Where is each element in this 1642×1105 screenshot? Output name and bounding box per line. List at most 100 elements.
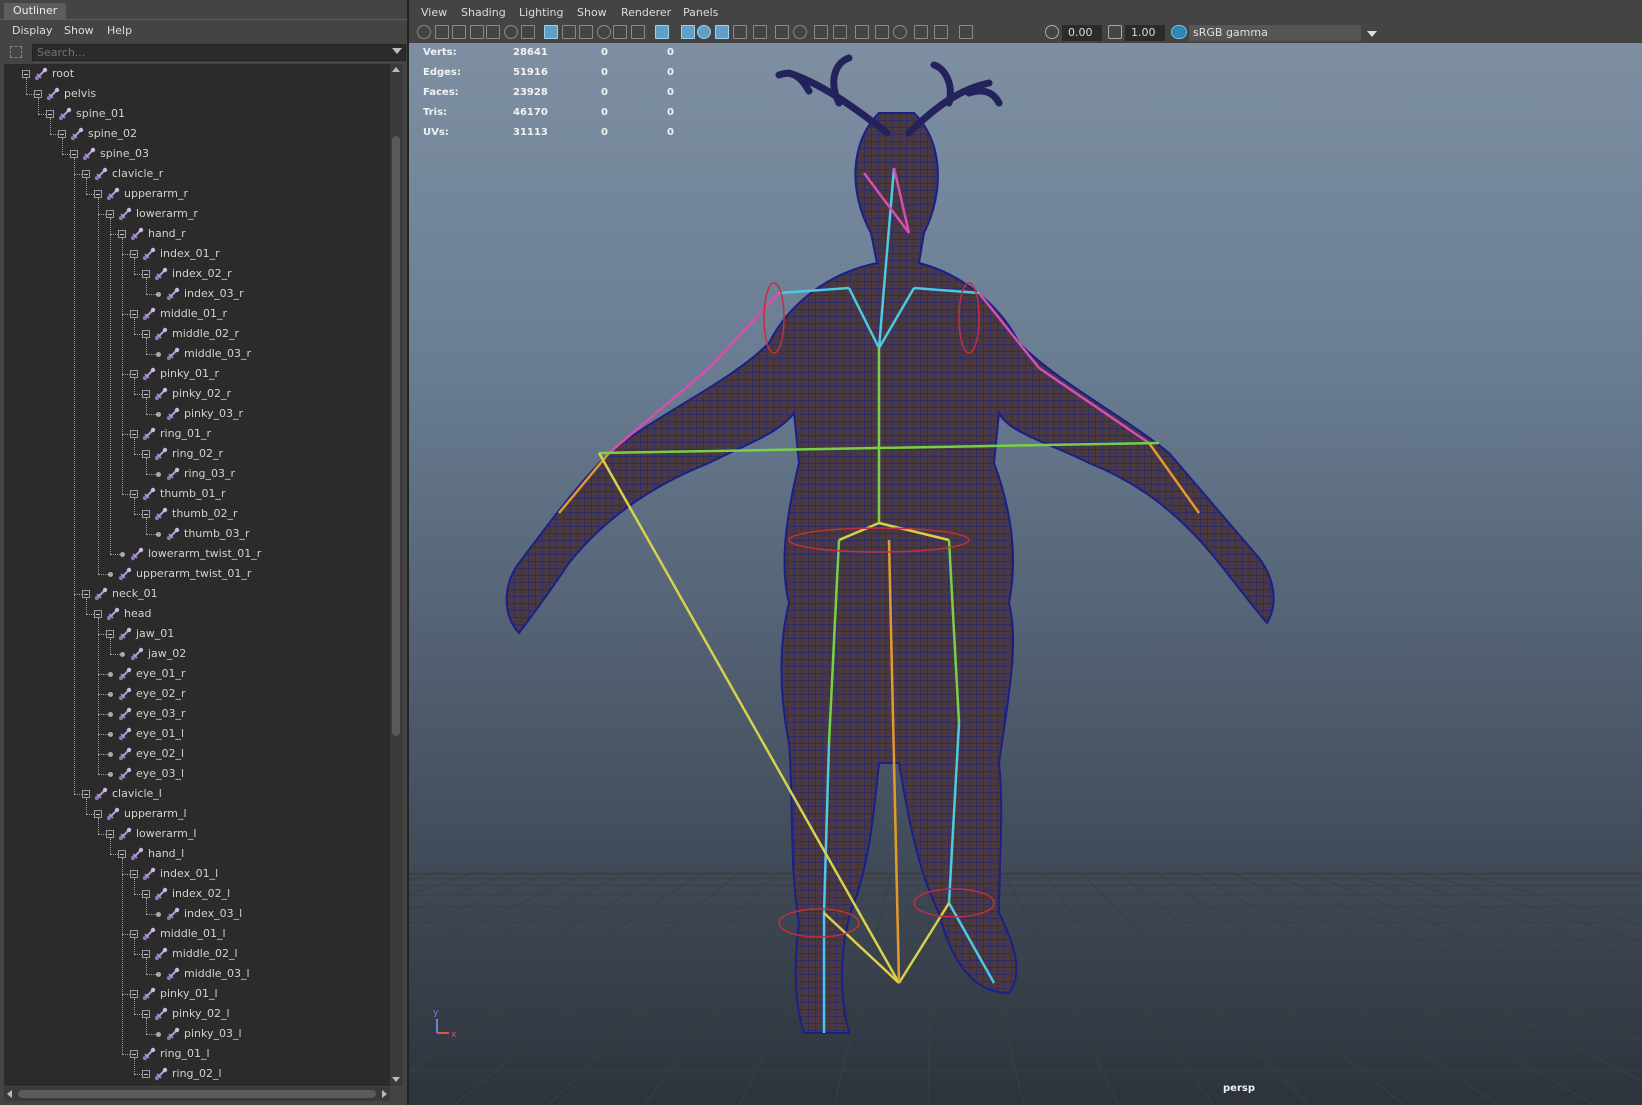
tree-item-spine_02[interactable]: spine_02 <box>4 124 390 144</box>
textured-icon[interactable] <box>715 25 729 39</box>
tree-item-lowerarm_l[interactable]: lowerarm_l <box>4 824 390 844</box>
scroll-right-arrow-icon[interactable] <box>382 1090 387 1098</box>
tree-item-pinky_03_r[interactable]: pinky_03_r <box>4 404 390 424</box>
tree-item-thumb_01_r[interactable]: thumb_01_r <box>4 484 390 504</box>
tree-item-upperarm_twist_01_r[interactable]: upperarm_twist_01_r <box>4 564 390 584</box>
xray-joints-icon[interactable] <box>914 25 928 39</box>
menu-show[interactable]: Show <box>577 6 607 19</box>
screen-space-ao-icon[interactable] <box>775 25 789 39</box>
grid-icon[interactable] <box>521 25 535 39</box>
collapse-toggle-icon[interactable] <box>34 90 42 98</box>
collapse-toggle-icon[interactable] <box>82 790 90 798</box>
tree-item-pinky_03_l[interactable]: pinky_03_l <box>4 1024 390 1044</box>
collapse-toggle-icon[interactable] <box>130 250 138 258</box>
collapse-toggle-icon[interactable] <box>94 810 102 818</box>
scroll-up-arrow-icon[interactable] <box>392 67 400 72</box>
tree-item-pinky_01_r[interactable]: pinky_01_r <box>4 364 390 384</box>
menu-renderer[interactable]: Renderer <box>621 6 671 19</box>
scroll-left-arrow-icon[interactable] <box>7 1090 12 1098</box>
tree-item-hand_r[interactable]: hand_r <box>4 224 390 244</box>
depth-of-field-icon[interactable] <box>833 25 847 39</box>
shadows-icon[interactable] <box>753 25 767 39</box>
collapse-toggle-icon[interactable] <box>142 390 150 398</box>
tree-item-index_02_r[interactable]: index_02_r <box>4 264 390 284</box>
wireframe-on-shaded-icon[interactable] <box>959 25 973 39</box>
tree-item-pelvis[interactable]: pelvis <box>4 84 390 104</box>
collapse-toggle-icon[interactable] <box>22 70 30 78</box>
menu-panels[interactable]: Panels <box>683 6 718 19</box>
collapse-toggle-icon[interactable] <box>142 890 150 898</box>
backface-culling-icon[interactable] <box>934 25 948 39</box>
tree-item-middle_02_l[interactable]: middle_02_l <box>4 944 390 964</box>
collapse-toggle-icon[interactable] <box>142 510 150 518</box>
filter-icon[interactable] <box>10 46 22 58</box>
tree-item-root[interactable]: root <box>4 64 390 84</box>
tree-item-ring_02_l[interactable]: ring_02_l <box>4 1064 390 1084</box>
collapse-toggle-icon[interactable] <box>130 310 138 318</box>
collapse-toggle-icon[interactable] <box>118 850 126 858</box>
colorspace-chevron-down-icon[interactable] <box>1367 31 1377 37</box>
gamma-field[interactable]: 1.00 <box>1125 25 1165 41</box>
safe-action-icon[interactable] <box>613 25 627 39</box>
tree-item-ring_01_l[interactable]: ring_01_l <box>4 1044 390 1064</box>
tree-item-pinky_02_l[interactable]: pinky_02_l <box>4 1004 390 1024</box>
camera-icon[interactable] <box>417 25 431 39</box>
tree-item-eye_03_r[interactable]: eye_03_r <box>4 704 390 724</box>
tree-item-middle_03_r[interactable]: middle_03_r <box>4 344 390 364</box>
colorspace-select[interactable]: sRGB gamma <box>1189 25 1361 41</box>
gamma-icon[interactable] <box>1108 25 1122 39</box>
tree-item-lowerarm_r[interactable]: lowerarm_r <box>4 204 390 224</box>
collapse-toggle-icon[interactable] <box>130 370 138 378</box>
collapse-toggle-icon[interactable] <box>142 270 150 278</box>
multisample-aa-icon[interactable] <box>814 25 828 39</box>
collapse-toggle-icon[interactable] <box>46 110 54 118</box>
collapse-toggle-icon[interactable] <box>142 1070 150 1078</box>
collapse-toggle-icon[interactable] <box>106 630 114 638</box>
tree-item-eye_01_l[interactable]: eye_01_l <box>4 724 390 744</box>
use-all-lights-icon[interactable] <box>733 25 747 39</box>
collapse-toggle-icon[interactable] <box>130 990 138 998</box>
tree-item-ring_03_r[interactable]: ring_03_r <box>4 464 390 484</box>
tree-item-hand_l[interactable]: hand_l <box>4 844 390 864</box>
collapse-toggle-icon[interactable] <box>142 1010 150 1018</box>
tree-item-upperarm_r[interactable]: upperarm_r <box>4 184 390 204</box>
tree-item-head[interactable]: head <box>4 604 390 624</box>
collapse-toggle-icon[interactable] <box>130 490 138 498</box>
exposure-icon[interactable] <box>1045 25 1059 39</box>
tree-item-spine_01[interactable]: spine_01 <box>4 104 390 124</box>
tree-item-eye_03_l[interactable]: eye_03_l <box>4 764 390 784</box>
scroll-down-arrow-icon[interactable] <box>392 1077 400 1082</box>
tree-item-index_01_l[interactable]: index_01_l <box>4 864 390 884</box>
collapse-toggle-icon[interactable] <box>142 450 150 458</box>
gate-mask-icon[interactable] <box>579 25 593 39</box>
collapse-toggle-icon[interactable] <box>130 930 138 938</box>
tree-item-index_02_l[interactable]: index_02_l <box>4 884 390 904</box>
tree-item-eye_01_r[interactable]: eye_01_r <box>4 664 390 684</box>
tree-item-eye_02_r[interactable]: eye_02_r <box>4 684 390 704</box>
scene-canvas[interactable]: yx <box>409 43 1642 1105</box>
menu-lighting[interactable]: Lighting <box>519 6 563 19</box>
collapse-toggle-icon[interactable] <box>94 610 102 618</box>
tree-item-index_03_r[interactable]: index_03_r <box>4 284 390 304</box>
tree-item-thumb_02_r[interactable]: thumb_02_r <box>4 504 390 524</box>
menu-view[interactable]: View <box>421 6 447 19</box>
collapse-toggle-icon[interactable] <box>130 1050 138 1058</box>
tree-item-thumb_03_r[interactable]: thumb_03_r <box>4 524 390 544</box>
isolate-select-icon[interactable] <box>855 25 869 39</box>
wireframe-icon[interactable] <box>655 25 669 39</box>
motion-blur-icon[interactable] <box>793 25 807 39</box>
tree-item-index_01_r[interactable]: index_01_r <box>4 244 390 264</box>
resolution-gate-icon[interactable] <box>562 25 576 39</box>
collapse-toggle-icon[interactable] <box>82 590 90 598</box>
collapse-toggle-icon[interactable] <box>106 210 114 218</box>
xray-active-components-icon[interactable] <box>893 25 907 39</box>
tree-item-upperarm_l[interactable]: upperarm_l <box>4 804 390 824</box>
tree-item-pinky_01_l[interactable]: pinky_01_l <box>4 984 390 1004</box>
collapse-toggle-icon[interactable] <box>106 830 114 838</box>
collapse-toggle-icon[interactable] <box>142 330 150 338</box>
camera-attrs-icon[interactable] <box>435 25 449 39</box>
tree-item-ring_02_r[interactable]: ring_02_r <box>4 444 390 464</box>
collapse-toggle-icon[interactable] <box>142 950 150 958</box>
tree-item-ring_01_r[interactable]: ring_01_r <box>4 424 390 444</box>
tree-item-jaw_01[interactable]: jaw_01 <box>4 624 390 644</box>
